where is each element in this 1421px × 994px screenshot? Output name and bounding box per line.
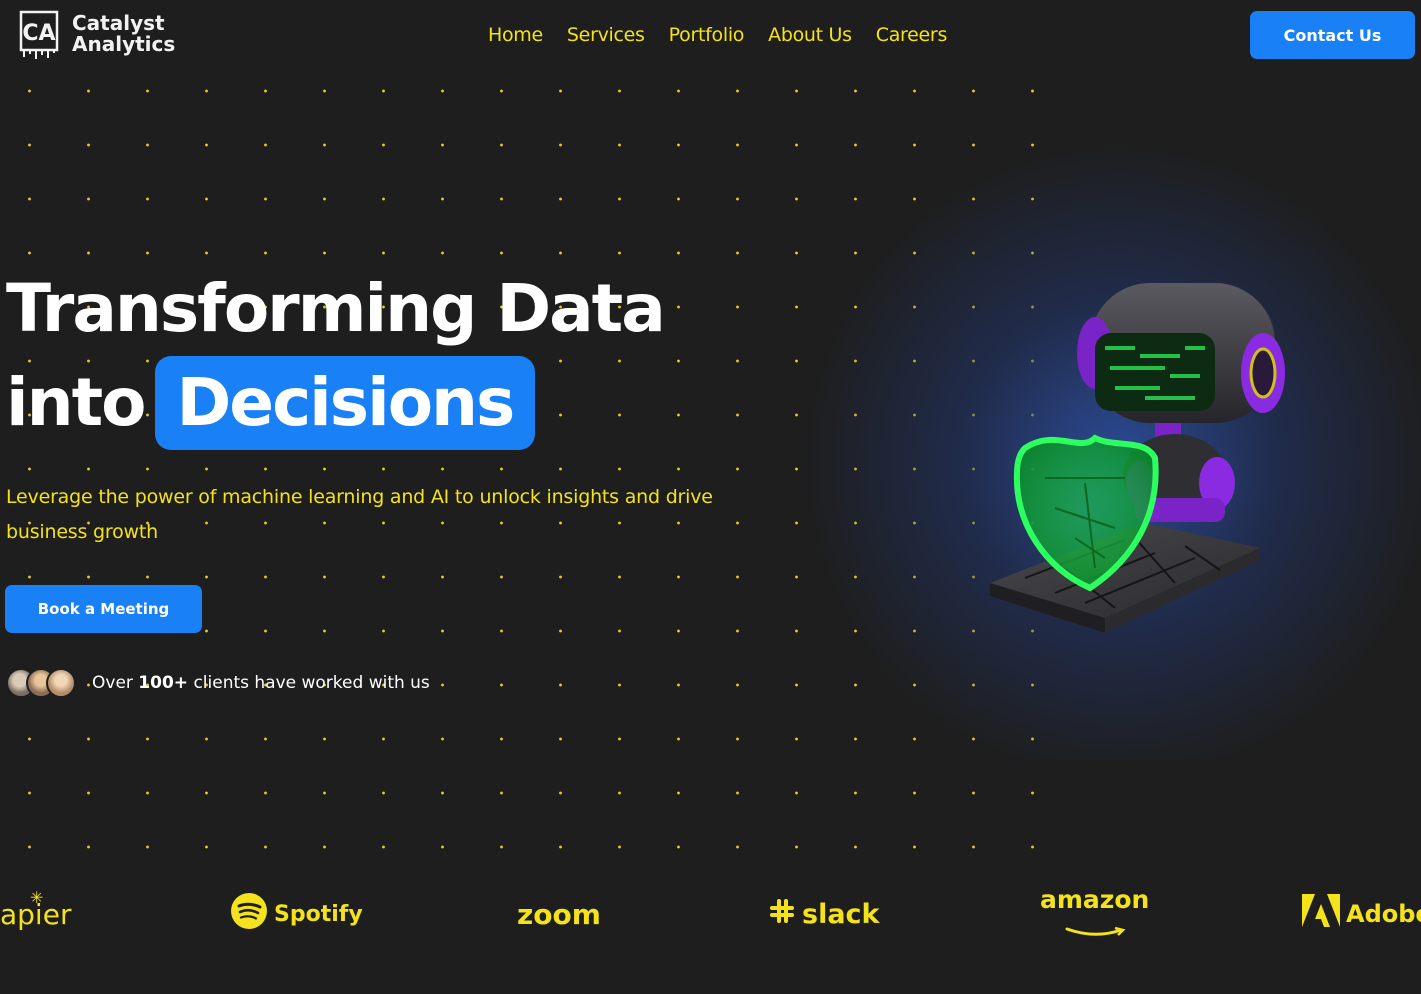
hero-subtitle: Leverage the power of machine learning a… [6,486,713,543]
hero-title-line2: into Decisions [6,356,664,450]
hero-title-highlight: Decisions [154,356,536,450]
spotify-icon [230,892,268,936]
hero-title: Transforming Data into Decisions [6,262,666,450]
slack-hash-icon [768,897,796,932]
brand-logo[interactable]: CA Catalyst Analytics [18,10,175,59]
brand-zoom: zoom [517,888,601,940]
nav-services[interactable]: Services [567,24,645,46]
clients-text: Over 100+ clients have worked with us [92,673,430,693]
avatar [46,668,76,698]
clients-suffix: clients have worked with us [193,673,430,693]
hero-title-plain: into [6,364,147,441]
hero-title-line1: Transforming Data [6,270,666,347]
nav-about-us[interactable]: About Us [768,24,852,46]
brand-slack: slack [768,888,880,940]
brand-adobe: Adobe [1302,888,1421,940]
amazon-smile-icon [1055,914,1135,943]
clients-proof: Over 100+ clients have worked with us [6,668,430,698]
brand-name-line1: Catalyst [72,11,165,35]
brand-spotify-label: Spotify [274,901,363,927]
catalyst-logo-icon: CA [18,10,60,59]
brand-amazon-label: amazon [1040,885,1150,914]
client-logos-strip: apier ✳ Spotify zoom slack amazon Adob [0,885,1421,943]
brand-name-line2: Analytics [72,32,176,56]
main-nav: Home Services Portfolio About Us Careers [488,24,947,46]
nav-portfolio[interactable]: Portfolio [669,24,745,46]
landing-page: CA Catalyst Analytics Home Services Port… [0,0,1421,994]
clients-count: 100+ [138,673,189,693]
nav-home[interactable]: Home [488,24,543,46]
brand-slack-label: slack [802,898,880,930]
brand-adobe-label: Adobe [1346,900,1421,928]
brand-spotify: Spotify [230,888,363,940]
clients-prefix: Over [92,673,133,693]
svg-text:CA: CA [22,21,55,46]
client-avatars [6,668,76,698]
nav-careers[interactable]: Careers [876,24,948,46]
brand-name: Catalyst Analytics [72,13,175,55]
zapier-asterisk-icon: ✳ [30,888,44,907]
adobe-a-icon [1302,894,1340,934]
brand-amazon: amazon [1040,885,1150,943]
brand-zapier: apier ✳ [0,888,71,940]
contact-us-button[interactable]: Contact Us [1250,11,1415,59]
robot-shield-illustration [985,278,1295,658]
brand-zoom-label: zoom [517,897,601,931]
book-meeting-button[interactable]: Book a Meeting [5,585,202,633]
